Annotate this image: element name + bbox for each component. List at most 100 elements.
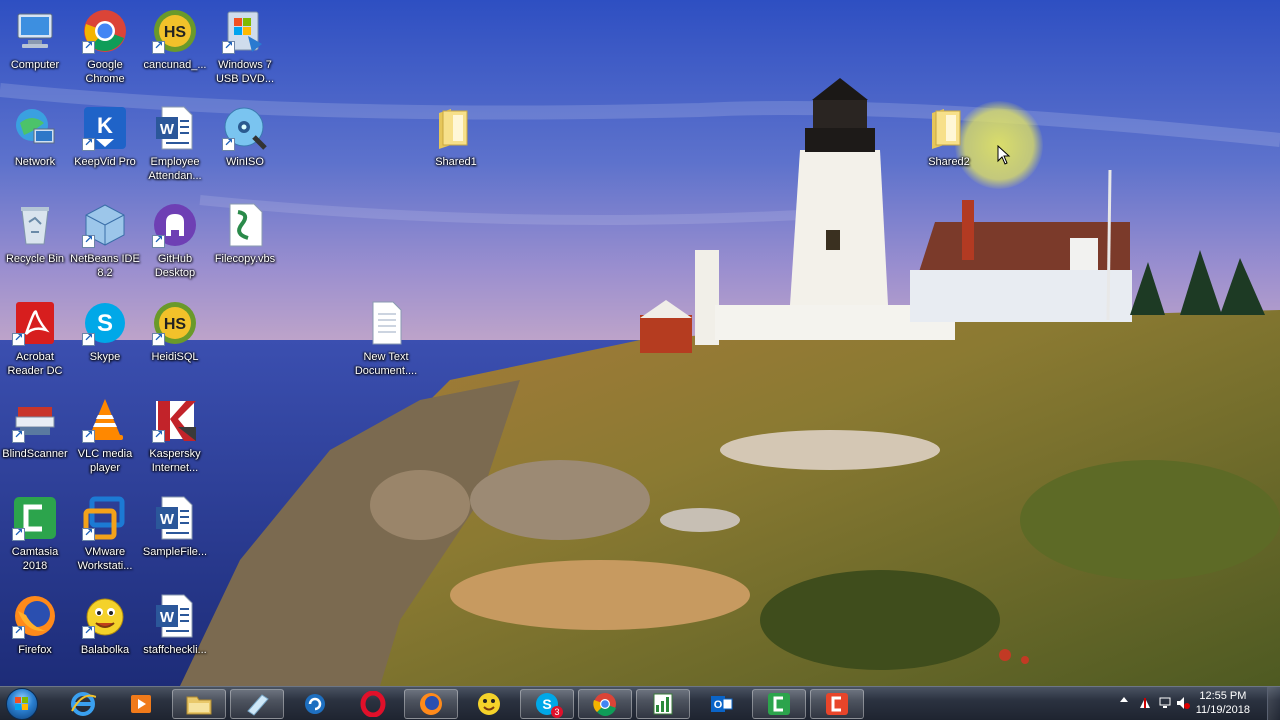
desktop-icon-shared1[interactable]: Shared1 <box>418 105 494 169</box>
taskbar-camtasia-recorder[interactable] <box>810 689 864 719</box>
taskbar-skype[interactable]: S 3 <box>520 689 574 719</box>
desktop-icon-vlc[interactable]: VLC media player <box>67 397 143 475</box>
shortcut-arrow-icon <box>152 331 165 346</box>
firefox-icon <box>420 693 442 715</box>
shortcut-arrow-icon <box>82 624 95 639</box>
icon-label: Filecopy.vbs <box>214 253 276 265</box>
icon-label: Google Chrome <box>85 59 125 85</box>
shortcut-arrow-icon <box>82 136 95 151</box>
chrome-icon <box>82 8 128 54</box>
icon-label: Shared1 <box>435 156 477 168</box>
opera-icon <box>360 691 386 717</box>
desktop-icon-camtasia[interactable]: Camtasia 2018 <box>0 495 73 573</box>
taskbar-clock[interactable]: 12:55 PM 11/19/2018 <box>1196 689 1250 717</box>
icon-label: staffcheckli... <box>143 644 207 656</box>
icon-label: VMware Workstati... <box>77 546 133 572</box>
blindscanner-icon <box>12 397 58 443</box>
network-icon <box>12 105 58 151</box>
icon-label: WinISO <box>226 156 264 168</box>
winiso-icon <box>222 105 268 151</box>
shortcut-arrow-icon <box>12 331 25 346</box>
mouse-pointer-icon <box>997 145 1011 165</box>
icon-label: Camtasia 2018 <box>11 546 59 572</box>
desktop-icon-windows7-usb-dvd[interactable]: Windows 7 USB DVD... <box>207 8 283 86</box>
action-center-icon[interactable] <box>1138 696 1152 710</box>
shortcut-arrow-icon <box>12 428 25 443</box>
desktop-icon-google-chrome[interactable]: Google Chrome <box>67 8 143 86</box>
svg-text:S: S <box>97 310 113 337</box>
icon-label: Firefox <box>18 644 52 656</box>
desktop-icon-filecopy-vbs[interactable]: Filecopy.vbs <box>207 202 283 266</box>
desktop-icon-firefox[interactable]: Firefox <box>0 593 73 657</box>
icon-label: Skype <box>89 351 121 363</box>
desktop-icon-vmware[interactable]: VMware Workstati... <box>67 495 143 573</box>
skype-icon: S <box>82 300 128 346</box>
desktop-icon-network[interactable]: Network <box>0 105 73 169</box>
desktop-icon-computer[interactable]: Computer <box>0 8 73 72</box>
desktop-icon-balabolka[interactable]: Balabolka <box>67 593 143 657</box>
word-document-icon: W <box>152 495 198 541</box>
volume-muted-icon[interactable] <box>1176 696 1190 710</box>
shortcut-arrow-icon <box>82 39 95 54</box>
desktop-icon-staffchecklist[interactable]: W staffcheckli... <box>137 593 213 657</box>
desktop-icon-kaspersky[interactable]: Kaspersky Internet... <box>137 397 213 475</box>
desktop-icon-blindscanner[interactable]: BlindScanner <box>0 397 73 461</box>
svg-text:O: O <box>714 699 723 711</box>
icon-label: Balabolka <box>80 644 130 656</box>
vbs-script-icon <box>222 202 268 248</box>
vmware-icon <box>82 495 128 541</box>
desktop-icon-heidisql[interactable]: HS HeidiSQL <box>137 300 213 364</box>
desktop-icon-shared2[interactable]: Shared2 <box>911 105 987 169</box>
taskbar-camtasia[interactable] <box>752 689 806 719</box>
desktop-icon-skype[interactable]: S Skype <box>67 300 143 364</box>
desktop-icon-samplefile[interactable]: W SampleFile... <box>137 495 213 559</box>
taskbar-media-player[interactable] <box>114 689 168 719</box>
desktop-icon-recycle-bin[interactable]: Recycle Bin <box>0 202 73 266</box>
desktop-icon-keepvid-pro[interactable]: K KeepVid Pro <box>67 105 143 169</box>
windows-usb-dvd-icon <box>222 8 268 54</box>
icon-label: Acrobat Reader DC <box>7 351 63 377</box>
camtasia-recorder-icon <box>826 693 848 715</box>
recycle-bin-icon <box>12 202 58 248</box>
icon-label: Employee Attendan... <box>148 156 202 182</box>
taskbar-chrome[interactable] <box>578 689 632 719</box>
camtasia-icon <box>12 495 58 541</box>
camtasia-icon <box>768 693 790 715</box>
show-hidden-icons[interactable] <box>1120 697 1128 702</box>
desktop-icon-new-text-document[interactable]: New Text Document.... <box>348 300 424 378</box>
network-tray-icon[interactable] <box>1158 696 1172 710</box>
kaspersky-icon <box>152 397 198 443</box>
start-button[interactable] <box>6 688 38 720</box>
shortcut-arrow-icon <box>82 526 95 541</box>
file-explorer-icon <box>186 696 212 715</box>
shortcut-arrow-icon <box>152 39 165 54</box>
desktop-icon-acrobat-reader[interactable]: Acrobat Reader DC <box>0 300 73 378</box>
taskbar-excel[interactable] <box>636 689 690 719</box>
internet-explorer-icon <box>71 692 96 716</box>
show-desktop-button[interactable] <box>1267 687 1280 720</box>
skype-notification-badge: 3 <box>551 706 563 718</box>
icon-label: SampleFile... <box>142 546 208 558</box>
svg-text:HS: HS <box>164 24 187 41</box>
desktop-icon-employee-attendance[interactable]: W Employee Attendan... <box>137 105 213 183</box>
taskbar-internet-explorer[interactable] <box>56 689 110 719</box>
taskbar-file-explorer[interactable] <box>172 689 226 719</box>
taskbar-outlook[interactable]: O <box>694 689 748 719</box>
shortcut-arrow-icon <box>152 233 165 248</box>
icon-label: cancunad_... <box>143 59 207 71</box>
taskbar-balabolka[interactable] <box>462 689 516 719</box>
shortcut-arrow-icon <box>222 39 235 54</box>
taskbar-notes[interactable] <box>230 689 284 719</box>
text-document-icon <box>363 300 409 346</box>
shortcut-arrow-icon <box>12 526 25 541</box>
desktop-icon-winiso[interactable]: WinISO <box>207 105 283 169</box>
icon-label: Shared2 <box>928 156 970 168</box>
taskbar-firefox[interactable] <box>404 689 458 719</box>
taskbar-sync[interactable] <box>288 689 342 719</box>
desktop-icon-cancunad[interactable]: HS cancunad_... <box>137 8 213 72</box>
icon-label: BlindScanner <box>2 448 68 460</box>
desktop-icon-github-desktop[interactable]: GitHub Desktop <box>137 202 213 280</box>
taskbar-opera[interactable] <box>346 689 400 719</box>
desktop-icon-netbeans[interactable]: NetBeans IDE 8.2 <box>67 202 143 280</box>
chrome-icon <box>593 693 616 716</box>
